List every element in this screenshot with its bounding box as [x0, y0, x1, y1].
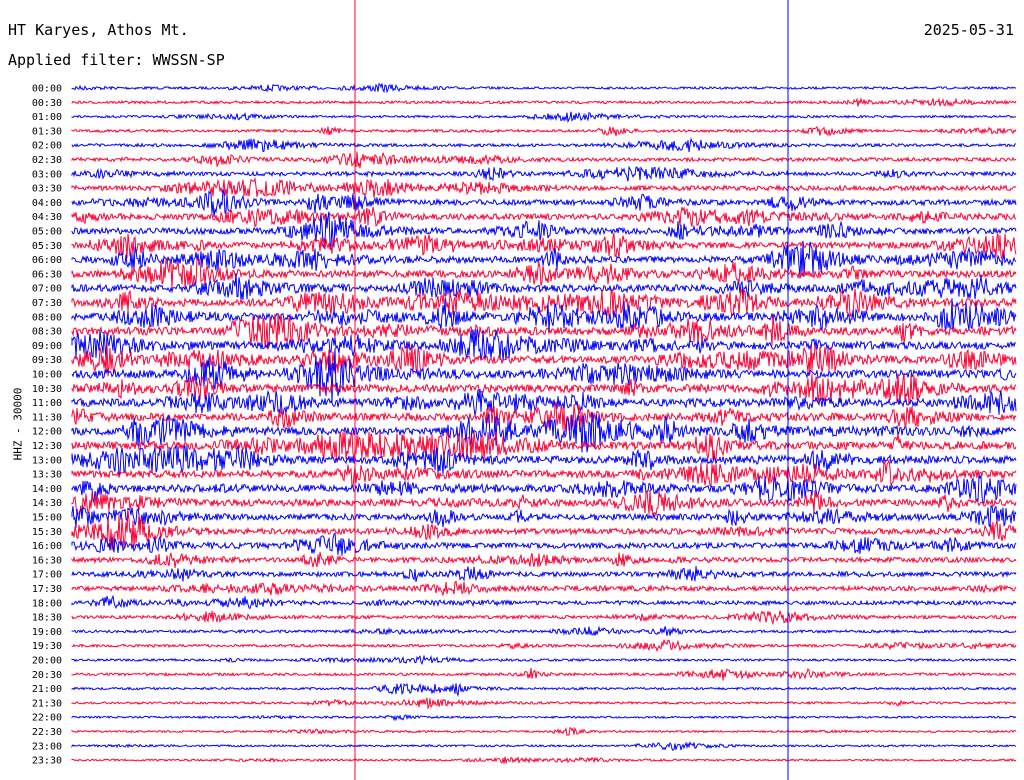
time-tick-label: 10:00: [32, 370, 62, 381]
time-tick-label: 15:00: [32, 513, 62, 524]
time-tick-label: 02:30: [32, 155, 62, 166]
time-tick-label: 05:30: [32, 241, 62, 252]
time-tick-label: 13:00: [32, 455, 62, 466]
time-tick-label: 23:00: [32, 741, 62, 752]
trace-line-0030: [71, 96, 1017, 108]
time-tick-label: 07:30: [32, 298, 62, 309]
time-tick-label: 12:00: [32, 427, 62, 438]
time-tick-label: 21:00: [32, 684, 62, 695]
time-tick-label: 12:30: [32, 441, 62, 452]
time-tick-label: 21:30: [32, 698, 62, 709]
seismogram-chart: HT Karyes, Athos Mt. 2025-05-31 Applied …: [0, 0, 1024, 780]
time-tick-label: 02:00: [32, 141, 62, 152]
trace-line-1300: [71, 444, 1017, 476]
time-tick-label: 19:00: [32, 627, 62, 638]
time-tick-label: 18:30: [32, 613, 62, 624]
time-tick-label: 00:30: [32, 98, 62, 109]
time-tick-label: 10:30: [32, 384, 62, 395]
trace-line-1930: [71, 639, 1017, 653]
time-tick-label: 07:00: [32, 284, 62, 295]
time-tick-label: 04:30: [32, 212, 62, 223]
trace-line-0300: [71, 165, 1017, 182]
trace-line-1430: [71, 489, 1017, 518]
trace-line-2330: [71, 755, 1017, 764]
time-tick-label: 17:30: [32, 584, 62, 595]
time-tick-label: 23:30: [32, 756, 62, 767]
trace-line-0130: [71, 125, 1017, 137]
time-tick-label: 11:00: [32, 398, 62, 409]
time-tick-label: 14:00: [32, 484, 62, 495]
trace-line-1500: [71, 505, 1017, 529]
time-tick-label: 04:00: [32, 198, 62, 209]
trace-line-0730: [71, 288, 1017, 319]
trace-line-1830: [71, 610, 1017, 626]
trace-line-1230: [71, 431, 1017, 463]
trace-line-2200: [71, 714, 1017, 722]
time-tick-label: 08:30: [32, 327, 62, 338]
trace-line-1630: [71, 552, 1017, 568]
time-tick-label: 17:00: [32, 570, 62, 581]
time-tick-label: 20:30: [32, 670, 62, 681]
trace-line-1730: [71, 580, 1017, 596]
time-tick-label: 22:00: [32, 713, 62, 724]
trace-line-1700: [71, 566, 1017, 583]
time-tick-label: 13:30: [32, 470, 62, 481]
trace-line-1600: [71, 532, 1017, 556]
trace-line-1400: [71, 473, 1017, 505]
trace-line-0100: [71, 111, 1017, 124]
trace-line-1800: [71, 594, 1017, 610]
trace-line-2230: [71, 726, 1017, 736]
time-tick-label: 16:00: [32, 541, 62, 552]
trace-line-2130: [71, 697, 1017, 710]
time-tick-label: 09:30: [32, 355, 62, 366]
time-tick-label: 03:00: [32, 169, 62, 180]
time-tick-label: 01:00: [32, 112, 62, 123]
trace-line-0230: [71, 151, 1017, 169]
time-tick-label: 19:30: [32, 641, 62, 652]
time-tick-label: 11:30: [32, 412, 62, 423]
trace-line-2030: [71, 667, 1017, 681]
time-tick-label: 01:30: [32, 126, 62, 137]
time-tick-label: 06:00: [32, 255, 62, 266]
trace-line-0200: [71, 137, 1017, 153]
trace-line-0000: [71, 82, 1017, 94]
trace-line-2300: [71, 741, 1017, 752]
time-tick-label: 18:00: [32, 598, 62, 609]
time-tick-label: 09:00: [32, 341, 62, 352]
trace-line-0330: [71, 176, 1017, 198]
time-tick-label: 20:00: [32, 656, 62, 667]
helicorder-plot: 00:00 00:30 01:00 01:30 02:00 02:30 03:00 03:30…: [32, 0, 1017, 780]
trace-line-2100: [71, 682, 1017, 698]
time-tick-label: 15:30: [32, 527, 62, 538]
trace-line-1330: [71, 458, 1017, 489]
trace-line-2000: [71, 654, 1017, 666]
trace-line-1130: [71, 401, 1017, 432]
time-tick-label: 14:30: [32, 498, 62, 509]
trace-line-0530: [71, 232, 1017, 260]
time-tick-label: 16:30: [32, 555, 62, 566]
trace-line-1900: [71, 625, 1017, 636]
time-tick-label: 08:00: [32, 312, 62, 323]
time-tick-label: 22:30: [32, 727, 62, 738]
time-tick-label: 00:00: [32, 84, 62, 95]
time-tick-label: 03:30: [32, 184, 62, 195]
time-tick-label: 06:30: [32, 269, 62, 280]
time-tick-label: 05:00: [32, 227, 62, 238]
